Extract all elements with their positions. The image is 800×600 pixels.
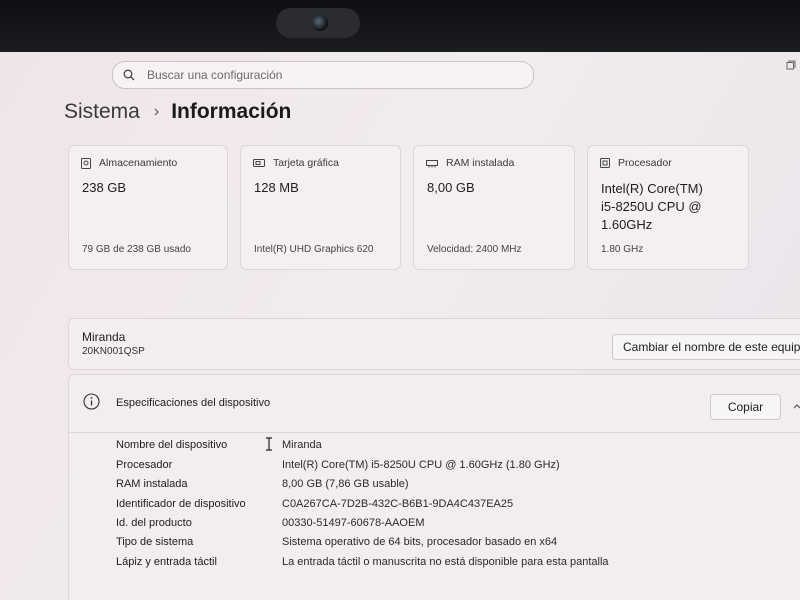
processor-line: 1.60GHz bbox=[601, 217, 653, 232]
card-ram[interactable]: RAM instalada 8,00 GB Velocidad: 2400 MH… bbox=[413, 145, 575, 270]
chevron-up-icon[interactable] bbox=[793, 403, 800, 409]
spec-row: Id. del producto 00330-51497-60678-AAOEM bbox=[116, 517, 796, 535]
webcam-lens-icon bbox=[312, 15, 328, 31]
spec-label: Tipo de sistema bbox=[116, 536, 194, 548]
spec-value: La entrada táctil o manuscrita no está d… bbox=[282, 556, 609, 568]
spec-label: Lápiz y entrada táctil bbox=[116, 556, 217, 568]
spec-label: Identificador de dispositivo bbox=[116, 498, 246, 510]
spec-row: Nombre del dispositivo Miranda bbox=[116, 439, 796, 457]
copy-button[interactable]: Copiar bbox=[710, 394, 781, 420]
spec-row: RAM instalada 8,00 GB (7,86 GB usable) bbox=[116, 478, 796, 496]
restore-window-icon[interactable] bbox=[786, 60, 796, 73]
breadcrumb-parent-sistema[interactable]: Sistema bbox=[64, 100, 140, 124]
breadcrumb: Sistema › Información bbox=[64, 100, 291, 124]
card-value: Intel(R) Core(TM) i5-8250U CPU @ 1.60GHz bbox=[601, 180, 703, 234]
search-icon bbox=[123, 69, 135, 81]
spec-label: Procesador bbox=[116, 459, 173, 471]
device-model: 20KN001QSP bbox=[82, 346, 145, 357]
chevron-right-icon: › bbox=[153, 103, 160, 120]
card-value: 8,00 GB bbox=[427, 180, 475, 195]
spec-value: 00330-51497-60678-AAOEM bbox=[282, 517, 425, 529]
card-storage[interactable]: Almacenamiento 238 GB 79 GB de 238 GB us… bbox=[68, 145, 228, 270]
storage-icon bbox=[81, 157, 91, 169]
card-title: Procesador bbox=[618, 157, 672, 169]
rename-pc-button[interactable]: Cambiar el nombre de este equipo bbox=[612, 334, 800, 360]
spec-row: Tipo de sistema Sistema operativo de 64 … bbox=[116, 536, 796, 554]
spec-row: Lápiz y entrada táctil La entrada táctil… bbox=[116, 556, 796, 574]
card-title: RAM instalada bbox=[446, 157, 515, 169]
card-value: 128 MB bbox=[254, 180, 299, 195]
device-specs-panel: Especificaciones del dispositivo Copiar … bbox=[68, 374, 800, 600]
card-title: Almacenamiento bbox=[99, 157, 178, 169]
spec-value: Sistema operativo de 64 bits, procesador… bbox=[282, 536, 558, 548]
spec-value: C0A267CA-7D2B-432C-B6B1-9DA4C437EA25 bbox=[282, 498, 514, 510]
specs-header[interactable]: Especificaciones del dispositivo Copiar bbox=[69, 375, 800, 433]
device-name-panel: Miranda 20KN001QSP Cambiar el nombre de … bbox=[68, 318, 800, 370]
text-cursor-icon bbox=[266, 437, 272, 451]
card-subtext: Velocidad: 2400 MHz bbox=[427, 244, 522, 255]
spec-value: Intel(R) Core(TM) i5-8250U CPU @ 1.60GHz… bbox=[282, 459, 560, 471]
search-box[interactable] bbox=[112, 61, 534, 89]
ram-icon bbox=[426, 159, 438, 167]
card-value: 238 GB bbox=[82, 180, 127, 195]
card-subtext: 79 GB de 238 GB usado bbox=[82, 244, 191, 255]
spec-label: Id. del producto bbox=[116, 517, 192, 529]
card-subtext: Intel(R) UHD Graphics 620 bbox=[254, 244, 374, 255]
specs-title: Especificaciones del dispositivo bbox=[116, 397, 271, 409]
spec-value: Miranda bbox=[282, 439, 322, 451]
info-icon bbox=[83, 393, 100, 410]
card-graphics[interactable]: Tarjeta gráfica 128 MB Intel(R) UHD Grap… bbox=[240, 145, 401, 270]
page-title: Información bbox=[171, 100, 292, 123]
card-subtext: 1.80 GHz bbox=[601, 244, 644, 255]
spec-label: Nombre del dispositivo bbox=[116, 439, 228, 451]
settings-window: Sistema › Información Almacenamiento 238… bbox=[0, 52, 800, 600]
search-input[interactable] bbox=[145, 67, 509, 83]
graphics-card-icon bbox=[253, 159, 265, 167]
laptop-bezel bbox=[0, 0, 800, 52]
webcam bbox=[276, 8, 360, 38]
spec-value: 8,00 GB (7,86 GB usable) bbox=[282, 478, 409, 490]
processor-icon bbox=[600, 158, 610, 168]
card-title: Tarjeta gráfica bbox=[273, 157, 339, 169]
processor-line: Intel(R) Core(TM) bbox=[601, 181, 703, 196]
spec-label: RAM instalada bbox=[116, 478, 188, 490]
spec-row: Procesador Intel(R) Core(TM) i5-8250U CP… bbox=[116, 459, 796, 477]
spec-row: Identificador de dispositivo C0A267CA-7D… bbox=[116, 498, 796, 516]
device-name: Miranda bbox=[82, 330, 126, 344]
processor-line: i5-8250U CPU @ bbox=[601, 199, 702, 214]
card-processor[interactable]: Procesador Intel(R) Core(TM) i5-8250U CP… bbox=[587, 145, 749, 270]
